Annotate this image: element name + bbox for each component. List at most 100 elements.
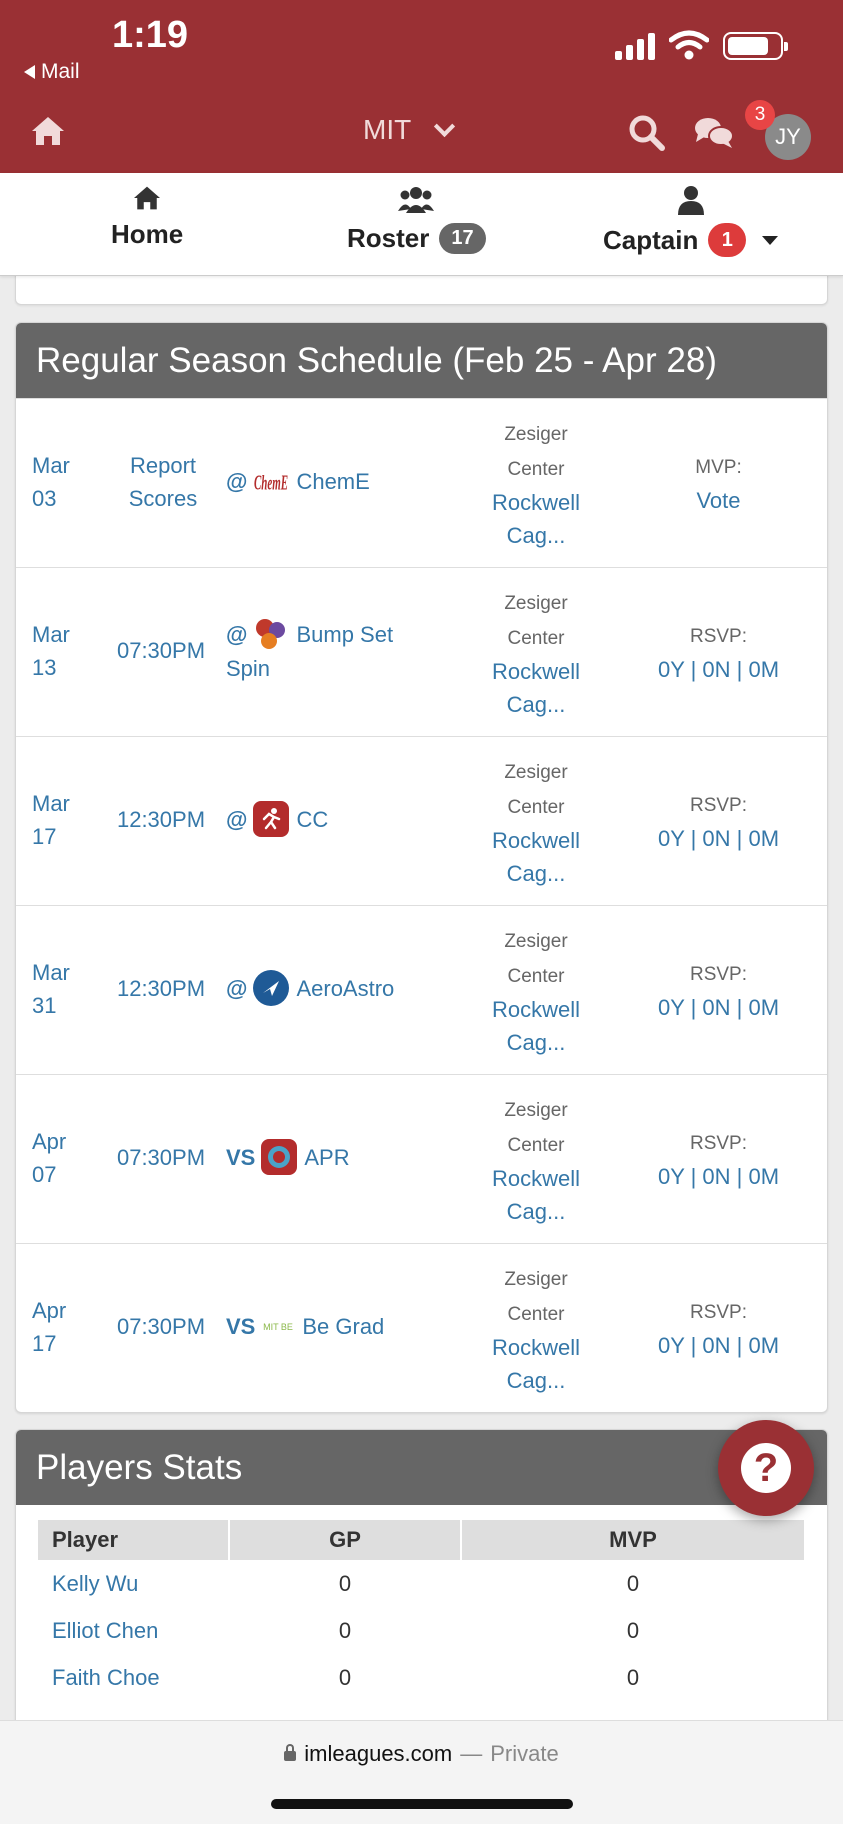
- chevron-down-icon: [434, 115, 456, 137]
- game-prefix: @: [226, 469, 248, 494]
- messages-button[interactable]: [694, 116, 734, 155]
- back-to-mail-button[interactable]: Mail: [24, 60, 80, 84]
- game-location[interactable]: Zesiger Center Rockwell Cag...: [446, 923, 626, 1059]
- back-label: Mail: [41, 60, 80, 83]
- game-row: Mar 03 Report Scores @ ChemE ChemE Zesige…: [16, 398, 827, 567]
- rsvp-link[interactable]: RSVP: 0Y | 0N | 0M: [626, 618, 811, 686]
- rsvp-link[interactable]: RSVP: 0Y | 0N | 0M: [626, 1125, 811, 1193]
- org-selector[interactable]: MIT: [363, 114, 456, 146]
- org-name: MIT: [363, 114, 412, 145]
- column-header-gp[interactable]: GP: [230, 1520, 460, 1560]
- users-icon: [398, 187, 435, 213]
- opponent-link[interactable]: @ CC: [226, 801, 436, 837]
- opponent-name: APR: [304, 1145, 350, 1170]
- player-name-link[interactable]: Elliot Chen: [38, 1607, 228, 1654]
- home-icon: [32, 117, 64, 145]
- runner-logo-icon: [253, 801, 290, 837]
- opponent-name-line2: Spin: [226, 656, 271, 681]
- back-arrow-icon: [24, 65, 35, 79]
- rsvp-link[interactable]: RSVP: 0Y | 0N | 0M: [626, 956, 811, 1024]
- game-location[interactable]: Zesiger Center Rockwell Cag...: [446, 754, 626, 890]
- report-scores-link[interactable]: Report Scores: [88, 449, 238, 515]
- game-time[interactable]: 07:30PM: [91, 1141, 231, 1174]
- home-icon: [134, 186, 161, 210]
- players-stats-title: Players Stats: [16, 1430, 827, 1505]
- game-date[interactable]: Mar 17: [32, 787, 92, 853]
- opponent-link[interactable]: @ ChemE ChemE: [226, 465, 436, 499]
- game-date[interactable]: Apr 07: [32, 1125, 92, 1191]
- home-indicator[interactable]: [271, 1799, 573, 1809]
- game-date[interactable]: Mar 03: [32, 449, 92, 515]
- cellular-signal-icon: [615, 30, 655, 60]
- volleyball-team-logo-icon: [253, 616, 289, 652]
- game-row: Apr 07 07:30PM VS APR Zesiger Center Rock…: [16, 1074, 827, 1243]
- column-header-player[interactable]: Player: [38, 1520, 228, 1560]
- game-time[interactable]: 12:30PM: [91, 803, 231, 836]
- private-mode-label: Private: [490, 1741, 559, 1766]
- player-gp: 0: [338, 1664, 352, 1690]
- opponent-name: Bump Set: [296, 622, 394, 647]
- search-button[interactable]: [628, 114, 666, 157]
- players-stats-table: Player GP MVP Kelly Wu 0 0 Elliot Chen 0…: [36, 1520, 806, 1701]
- game-prefix: VS: [226, 1145, 256, 1170]
- opponent-link[interactable]: @ Bump Set Spin: [226, 618, 436, 685]
- game-location[interactable]: Zesiger Center Rockwell Cag...: [446, 1261, 626, 1397]
- game-time[interactable]: 07:30PM: [91, 1310, 231, 1343]
- home-icon-button[interactable]: [30, 115, 66, 152]
- tab-roster[interactable]: Roster 17: [347, 185, 486, 254]
- column-header-mvp[interactable]: MVP: [462, 1520, 804, 1560]
- lock-icon: [284, 1744, 297, 1761]
- schedule-title: Regular Season Schedule (Feb 25 - Apr 28…: [16, 323, 827, 398]
- aeroastro-logo-icon: [253, 970, 290, 1006]
- player-gp: 0: [338, 1570, 352, 1596]
- game-row: Mar 17 12:30PM @ CC Zesiger Center Rockwe…: [16, 736, 827, 905]
- player-mvp: 0: [626, 1617, 640, 1643]
- url-separator: —: [460, 1741, 483, 1766]
- game-prefix: @: [226, 976, 248, 1001]
- player-mvp: 0: [626, 1570, 640, 1596]
- url-domain: imleagues.com: [304, 1741, 453, 1766]
- game-prefix: VS: [226, 1314, 256, 1339]
- svg-text:MIT BE: MIT BE: [263, 1322, 293, 1332]
- player-name-link[interactable]: Faith Choe: [38, 1654, 228, 1701]
- cheme-logo-icon: ChemE: [253, 463, 289, 499]
- url-display[interactable]: imleagues.com — Private: [0, 1741, 843, 1767]
- tab-home-label: Home: [111, 219, 184, 249]
- game-time[interactable]: 12:30PM: [91, 972, 231, 1005]
- game-row: Mar 13 07:30PM @ Bump Set Spin Zesiger Ce…: [16, 567, 827, 736]
- game-location[interactable]: Zesiger Center Rockwell Cag...: [446, 585, 626, 721]
- question-mark-icon: ?: [741, 1443, 791, 1493]
- player-gp: 0: [338, 1617, 352, 1643]
- battery-icon: [723, 32, 788, 60]
- player-name-link[interactable]: Kelly Wu: [38, 1560, 228, 1607]
- game-location[interactable]: Zesiger Center Rockwell Cag...: [446, 416, 626, 552]
- rsvp-link[interactable]: RSVP: 0Y | 0N | 0M: [626, 787, 811, 855]
- player-mvp: 0: [626, 1664, 640, 1690]
- opponent-link[interactable]: VS APR: [226, 1139, 436, 1175]
- team-subnav: Home Roster 17 Captain 1: [0, 173, 843, 276]
- notification-badge[interactable]: 3: [745, 100, 775, 130]
- opponent-link[interactable]: VS MIT BE Be Grad: [226, 1310, 436, 1344]
- wifi-icon: [669, 30, 709, 60]
- game-date[interactable]: Mar 13: [32, 618, 92, 684]
- game-time[interactable]: 07:30PM: [91, 634, 231, 667]
- captain-count-badge: 1: [708, 223, 747, 257]
- opponent-link[interactable]: @ AeroAstro: [226, 970, 436, 1006]
- tab-home[interactable]: Home: [111, 185, 183, 250]
- game-location[interactable]: Zesiger Center Rockwell Cag...: [446, 1092, 626, 1228]
- help-button[interactable]: ?: [718, 1420, 814, 1516]
- rsvp-link[interactable]: RSVP: 0Y | 0N | 0M: [626, 1294, 811, 1362]
- caret-down-icon: [762, 235, 779, 245]
- game-date[interactable]: Mar 31: [32, 956, 92, 1022]
- mvp-vote-link[interactable]: MVP: Vote: [626, 449, 811, 517]
- tab-captain[interactable]: Captain 1: [603, 185, 779, 257]
- svg-text:ChemE: ChemE: [254, 471, 288, 495]
- opponent-name: CC: [296, 807, 329, 832]
- opponent-name: Be Grad: [302, 1314, 385, 1339]
- game-prefix: @: [226, 807, 248, 832]
- browser-address-bar[interactable]: imleagues.com — Private: [0, 1720, 843, 1824]
- chat-bubbles-icon: [695, 118, 734, 148]
- game-date[interactable]: Apr 17: [32, 1294, 92, 1360]
- roster-count-badge: 17: [439, 223, 486, 254]
- table-row: Elliot Chen 0 0: [38, 1607, 804, 1654]
